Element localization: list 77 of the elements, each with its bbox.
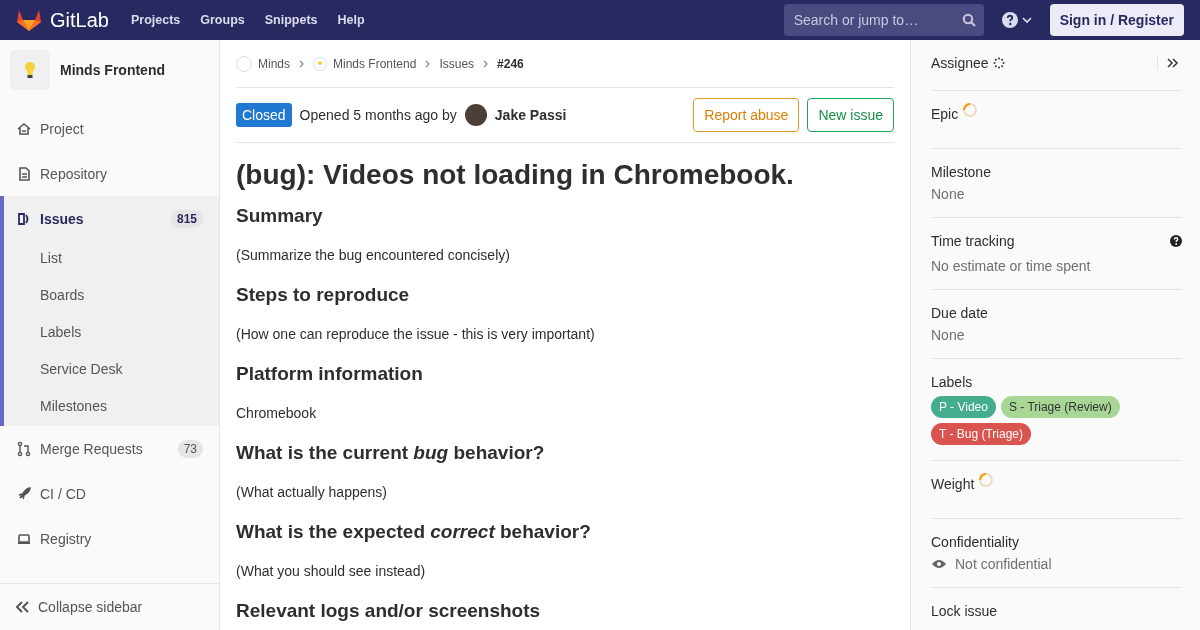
section-title: Due date — [931, 305, 988, 321]
rocket-icon — [16, 485, 32, 502]
nav-link[interactable]: Help — [337, 13, 365, 27]
section-heading: Steps to reproduce — [236, 284, 411, 306]
section-value: Not confidential — [955, 556, 1052, 572]
nav-link[interactable]: Groups — [200, 13, 245, 27]
opened-text: Opened 5 months ago by — [299, 107, 457, 123]
doc-icon — [16, 165, 32, 182]
section-heading: Platform information — [236, 363, 424, 385]
search-field[interactable]: Search or jump to… — [783, 4, 984, 36]
section-heading: What is the current bug behavior? — [236, 442, 546, 464]
loading-icon — [962, 102, 979, 118]
section-title: Labels — [931, 374, 973, 390]
breadcrumb-link[interactable]: Minds — [258, 56, 290, 71]
author-link[interactable]: Jake Passi — [494, 107, 567, 123]
chevron-right-icon — [483, 59, 489, 68]
paragraph: (Summarize the bug encountered concisely) — [236, 247, 511, 263]
sidebar-subitem[interactable]: List — [4, 241, 219, 278]
status-badge: Closed — [236, 103, 292, 127]
avatar[interactable] — [464, 104, 487, 126]
paragraph: (What actually happens) — [236, 484, 388, 500]
sidebar-subitem[interactable]: Labels — [4, 315, 219, 352]
breadcrumb-link[interactable]: Issues — [439, 56, 475, 71]
chevron-right-icon — [425, 59, 431, 68]
chevron-right-icon — [299, 59, 304, 68]
sidebar-subitem[interactable]: Boards — [4, 278, 219, 315]
nav-link[interactable]: Snippets — [264, 13, 318, 27]
section-heading: What is the expected correct behavior? — [236, 521, 592, 543]
group-avatar — [236, 55, 252, 72]
sidebar-subitem[interactable]: Milestones — [4, 389, 219, 426]
help-icon[interactable] — [1170, 235, 1182, 247]
paragraph: Chromebook — [236, 405, 318, 421]
home-icon — [16, 120, 32, 137]
chevron-down-icon[interactable] — [1021, 16, 1032, 24]
search-input[interactable]: Search or jump to… — [791, 11, 962, 29]
breadcrumb-link[interactable]: Minds Frontend — [333, 56, 417, 71]
section-value: No estimate or time spent — [931, 258, 1091, 274]
lightbulb-icon — [313, 56, 327, 71]
search-icon — [961, 13, 976, 27]
sidebar-subitem[interactable]: Service Desk — [4, 352, 219, 389]
section-heading: Relevant logs and/or screenshots — [236, 600, 542, 622]
loading-icon — [978, 472, 995, 488]
fox-logo-icon[interactable] — [16, 8, 42, 32]
count-badge: 73 — [177, 439, 203, 458]
double-chevron-left-icon — [16, 601, 30, 613]
section-title: Lock issue — [931, 603, 998, 619]
issue-title: (bug): Videos not loading in Chromebook. — [236, 159, 795, 191]
sidebar-item[interactable]: Repository — [0, 151, 219, 196]
section-value: None — [931, 186, 965, 202]
sidebar-item[interactable]: Registry — [0, 516, 219, 561]
logo-text[interactable]: GitLab — [50, 8, 109, 32]
sign-in-button[interactable]: Sign in / Register — [1049, 4, 1184, 36]
section-title: Epic — [931, 106, 959, 122]
loading-icon — [992, 57, 1005, 69]
merge-icon — [16, 440, 32, 457]
count-badge: 815 — [170, 209, 203, 228]
label-tag[interactable]: S - Triage (Review) — [1000, 396, 1120, 418]
section-value: None — [931, 327, 965, 343]
section-title: Milestone — [931, 164, 991, 180]
label-tag[interactable]: T - Bug (Triage) — [931, 423, 1032, 445]
eye-icon — [931, 558, 947, 570]
breadcrumb-link[interactable]: #246 — [497, 56, 524, 71]
section-title: Weight — [931, 476, 975, 492]
new-issue-button[interactable]: New issue — [807, 98, 894, 132]
sidebar-item[interactable]: Merge Requests 73 — [0, 426, 219, 471]
section-title: Time tracking — [931, 233, 1015, 249]
paragraph: (How one can reproduce the issue - this is very important) — [236, 326, 596, 342]
project-name[interactable]: Minds Frontend — [60, 62, 165, 78]
section-title: Confidentiality — [931, 534, 1019, 550]
help-icon[interactable] — [1001, 12, 1018, 28]
sidebar-item[interactable]: CI / CD — [0, 471, 219, 516]
lightbulb-icon — [24, 61, 36, 79]
section-title: Assignee — [931, 55, 989, 71]
section-heading: Summary — [236, 205, 324, 227]
sidebar-item[interactable]: Project — [0, 106, 219, 151]
nav-link[interactable]: Projects — [130, 13, 181, 27]
paragraph: (What you should see instead) — [236, 563, 427, 579]
